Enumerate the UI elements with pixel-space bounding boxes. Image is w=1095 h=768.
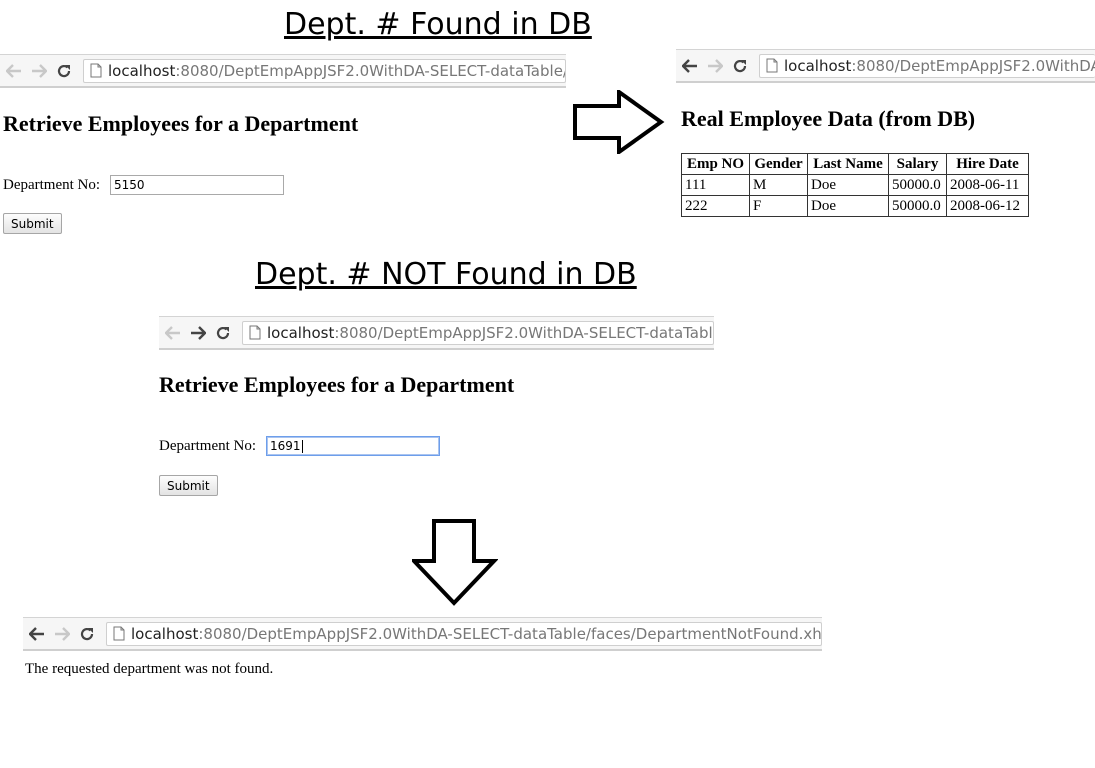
table-row: 222 F Doe 50000.0 2008-06-12: [681, 195, 1029, 217]
table-cell: Doe: [807, 195, 889, 217]
browser-bar-found-result: localhost:8080/DeptEmpAppJSF2.0WithDA-: [676, 49, 1095, 83]
reload-icon[interactable]: [76, 623, 98, 645]
page-title: Retrieve Employees for a Department: [159, 372, 515, 397]
browser-bar-found-form: localhost:8080/DeptEmpAppJSF2.0WithDA-SE…: [0, 54, 566, 88]
reload-icon[interactable]: [729, 55, 751, 77]
page-icon: [766, 58, 778, 73]
url-bar[interactable]: localhost:8080/DeptEmpAppJSF2.0WithDA-SE…: [242, 320, 714, 345]
forward-arrow-icon[interactable]: [704, 55, 726, 77]
url-bar[interactable]: localhost:8080/DeptEmpAppJSF2.0WithDA-: [759, 53, 1095, 78]
dept-number-input[interactable]: 5150: [110, 175, 284, 195]
reload-icon[interactable]: [53, 60, 75, 82]
dept-label: Department No:: [159, 438, 257, 454]
reload-icon[interactable]: [212, 322, 234, 344]
table-cell: Doe: [807, 174, 889, 196]
table-cell: 2008-06-11: [946, 174, 1029, 196]
caption-not-found: Dept. # NOT Found in DB: [255, 257, 637, 292]
browser-bar-notfound-result: localhost:8080/DeptEmpAppJSF2.0WithDA-SE…: [23, 617, 822, 651]
caption-found: Dept. # Found in DB: [284, 7, 592, 42]
column-header: Last Name: [807, 153, 889, 175]
url-path: :8080/DeptEmpAppJSF2.0WithDA-SELECT-data…: [334, 323, 714, 342]
page-title: Retrieve Employees for a Department: [3, 111, 359, 136]
url-path: :8080/DeptEmpAppJSF2.0WithDA-SELECT-data…: [198, 624, 822, 643]
column-header: Gender: [749, 153, 808, 175]
forward-arrow-icon[interactable]: [28, 60, 50, 82]
down-arrow-icon: [412, 519, 498, 606]
back-arrow-icon[interactable]: [679, 55, 701, 77]
dept-number-value: 5150: [114, 178, 145, 192]
column-header: Salary: [888, 153, 947, 175]
table-cell: M: [749, 174, 808, 196]
page-icon: [90, 63, 102, 78]
dept-number-input[interactable]: 1691: [266, 436, 440, 456]
back-arrow-icon[interactable]: [3, 60, 25, 82]
text-caret: [301, 439, 303, 453]
url-bar[interactable]: localhost:8080/DeptEmpAppJSF2.0WithDA-SE…: [106, 621, 822, 646]
url-path: :8080/DeptEmpAppJSF2.0WithDA-: [851, 56, 1095, 75]
forward-arrow-icon[interactable]: [187, 322, 209, 344]
url-host: localhost: [267, 323, 335, 342]
column-header: Emp NO: [681, 153, 750, 175]
url-host: localhost: [131, 624, 199, 643]
employee-table: Emp NO Gender Last Name Salary Hire Date…: [681, 153, 1029, 217]
forward-arrow-icon[interactable]: [51, 623, 73, 645]
back-arrow-icon[interactable]: [162, 322, 184, 344]
table-row: 111 M Doe 50000.0 2008-06-11: [681, 174, 1029, 196]
column-header: Hire Date: [946, 153, 1029, 175]
submit-button[interactable]: Submit: [3, 213, 62, 234]
not-found-message: The requested department was not found.: [25, 661, 274, 677]
page-icon: [113, 626, 125, 641]
table-cell: 111: [681, 174, 750, 196]
url-host: localhost: [108, 61, 176, 80]
page-icon: [249, 325, 261, 340]
url-host: localhost: [784, 56, 852, 75]
table-cell: 222: [681, 195, 750, 217]
right-arrow-icon: [573, 90, 665, 154]
back-arrow-icon[interactable]: [26, 623, 48, 645]
url-path: :8080/DeptEmpAppJSF2.0WithDA-SELECT-data…: [175, 61, 566, 80]
dept-label: Department No:: [3, 177, 101, 193]
submit-button[interactable]: Submit: [159, 475, 218, 496]
table-cell: 50000.0: [888, 195, 947, 217]
dept-number-value: 1691: [270, 439, 301, 453]
result-title: Real Employee Data (from DB): [681, 106, 976, 131]
table-cell: 50000.0: [888, 174, 947, 196]
browser-bar-notfound-form: localhost:8080/DeptEmpAppJSF2.0WithDA-SE…: [159, 316, 714, 350]
table-header-row: Emp NO Gender Last Name Salary Hire Date: [681, 153, 1029, 175]
table-cell: F: [749, 195, 808, 217]
url-bar[interactable]: localhost:8080/DeptEmpAppJSF2.0WithDA-SE…: [83, 58, 566, 83]
table-cell: 2008-06-12: [946, 195, 1029, 217]
